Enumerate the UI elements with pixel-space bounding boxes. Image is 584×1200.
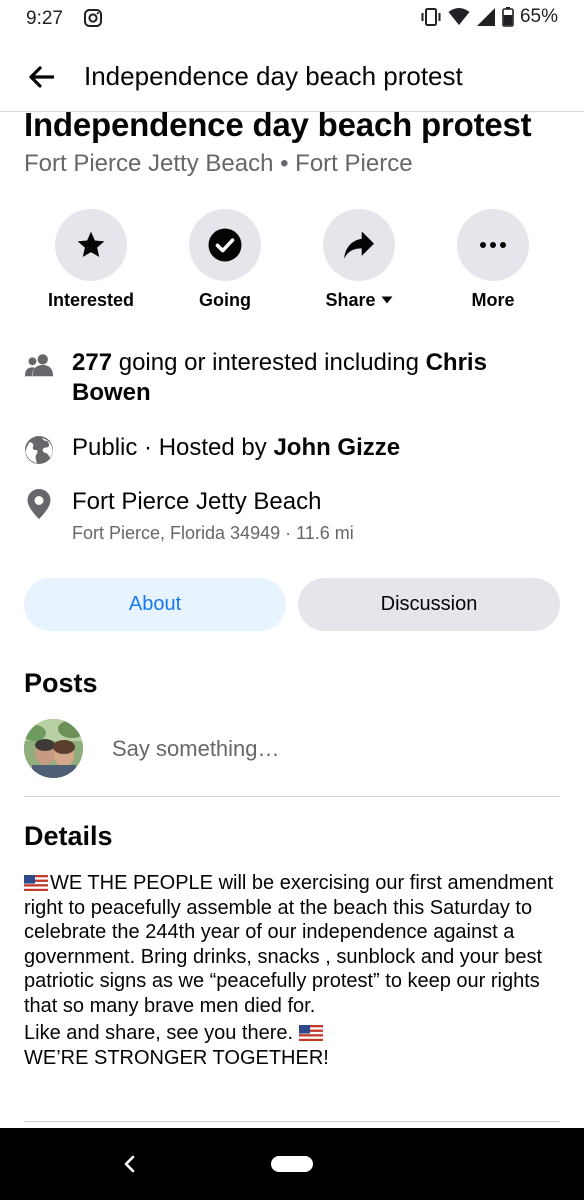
share-arrow-icon [344, 231, 374, 259]
avatar-photo [24, 719, 83, 778]
star-icon [77, 231, 105, 257]
more-circle [457, 209, 529, 281]
tab-about[interactable]: About [24, 578, 286, 631]
nav-home-pill[interactable] [271, 1156, 313, 1172]
going-circle [189, 209, 261, 281]
us-flag-icon [298, 1025, 323, 1041]
app-header: Independence day beach protest [0, 40, 584, 112]
going-button[interactable]: Going [158, 209, 292, 311]
location-pin-icon [27, 489, 51, 519]
back-button[interactable] [24, 60, 58, 94]
battery-percent: 65% [519, 6, 558, 27]
interested-button[interactable]: Interested [24, 209, 158, 311]
share-button[interactable]: Share [292, 209, 426, 311]
header-title: Independence day beach protest [84, 61, 463, 91]
event-title: Independence day beach protest [24, 106, 532, 143]
wifi-icon [448, 8, 470, 25]
us-flag-icon [24, 875, 48, 891]
posts-title: Posts [24, 668, 98, 698]
pin-icon-wrap [24, 489, 54, 519]
divider [24, 796, 560, 797]
system-nav-bar [0, 1128, 584, 1200]
privacy-text: Public · Hosted by [72, 434, 267, 461]
status-icons: 65% [420, 6, 558, 28]
place-address: Fort Pierce, Florida 34949 · 11.6 mi [72, 523, 354, 543]
host-info-text: Public · Hosted by John Gizze [72, 433, 400, 463]
place-name: Fort Pierce Jetty Beach [72, 488, 322, 515]
interested-label: Interested [47, 290, 135, 310]
going-phrase: going or interested including [118, 349, 419, 376]
host-name[interactable]: John Gizze [273, 434, 400, 461]
globe-icon [25, 436, 53, 464]
action-buttons: Interested Going Share More [0, 209, 584, 319]
more-label: More [471, 290, 515, 310]
people-icon [24, 354, 54, 377]
details-paragraph-2-line-1: Like and share, see you there. [24, 1022, 294, 1044]
going-info-text: 277 going or interested including Chris … [72, 348, 542, 408]
event-location[interactable]: Fort Pierce Jetty Beach • Fort Pierce [24, 150, 413, 178]
people-icon-wrap [24, 350, 54, 380]
location-info-row[interactable]: Fort Pierce Jetty Beach Fort Pierce, Flo… [24, 487, 564, 547]
details-title: Details [24, 821, 113, 851]
going-info-row[interactable]: 277 going or interested including Chris … [24, 348, 564, 412]
more-dots-icon [480, 242, 506, 248]
battery-icon [502, 7, 514, 27]
status-bar: 9:27 65% [0, 0, 584, 40]
share-label: Share [292, 290, 426, 311]
status-time: 9:27 [26, 8, 63, 29]
interested-circle [55, 209, 127, 281]
share-label-text: Share [325, 290, 376, 310]
details-paragraph: WE THE PEOPLE will be exercising our fir… [24, 871, 560, 1018]
back-arrow-icon [29, 66, 54, 88]
tab-discussion[interactable]: Discussion [298, 578, 560, 631]
details-paragraph-2-line-2: WE’RE STRONGER TOGETHER! [24, 1046, 329, 1069]
details-text: WE THE PEOPLE will be exercising our fir… [24, 871, 560, 1070]
more-button[interactable]: More [426, 209, 560, 311]
caret-down-icon [381, 296, 393, 304]
vibrate-icon [421, 8, 441, 26]
divider [24, 1121, 560, 1122]
share-circle [323, 209, 395, 281]
going-count: 277 [72, 349, 113, 376]
instagram-notification-icon [84, 9, 102, 27]
nav-back-icon[interactable] [118, 1152, 142, 1176]
details-paragraph-1: WE THE PEOPLE will be exercising our fir… [24, 872, 554, 1017]
host-info-row: Public · Hosted by John Gizze [24, 433, 564, 467]
check-circle-icon [208, 228, 242, 262]
going-label: Going [199, 290, 251, 310]
avatar[interactable] [24, 719, 83, 778]
signal-icon [476, 8, 495, 26]
globe-icon-wrap [24, 435, 54, 465]
post-composer-input[interactable]: Say something… [112, 736, 280, 762]
details-share-line: Like and share, see you there. WE’RE STR… [24, 1021, 560, 1070]
